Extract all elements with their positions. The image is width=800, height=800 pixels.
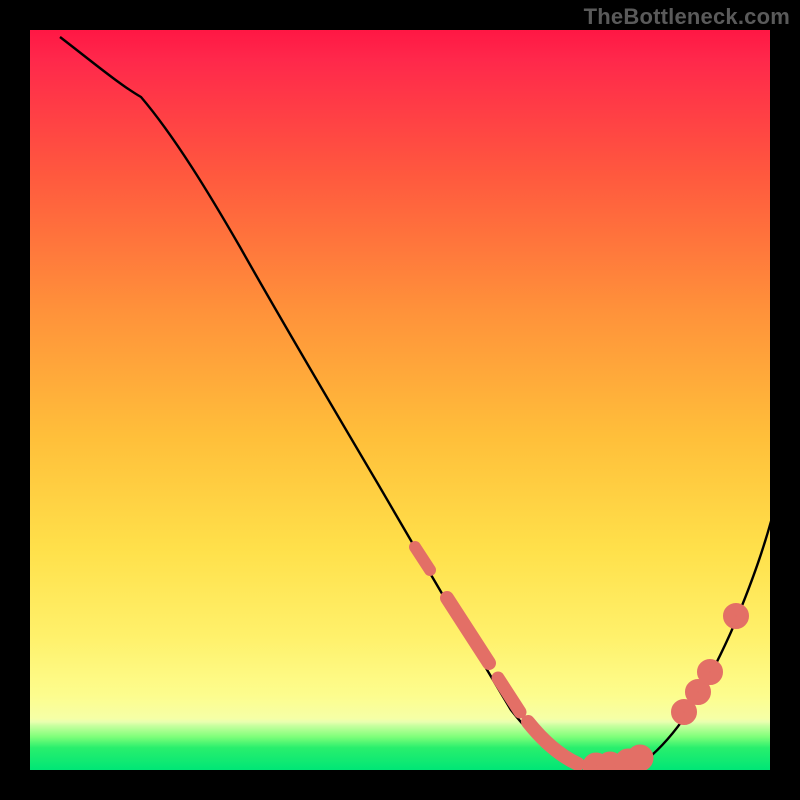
chart-right-border <box>770 0 800 800</box>
chart-canvas <box>0 0 800 800</box>
marker-dot-6 <box>692 686 704 698</box>
chart-plot-bg <box>30 30 770 770</box>
marker-dot-4 <box>634 752 647 765</box>
marker-dot-5 <box>678 706 690 718</box>
marker-dot-7 <box>704 666 716 678</box>
marker-dot-2 <box>604 759 617 772</box>
chart-left-border <box>0 0 30 800</box>
watermark-text: TheBottleneck.com <box>584 4 790 30</box>
marker-dot-8 <box>730 610 742 622</box>
chart-frame: TheBottleneck.com <box>0 0 800 800</box>
chart-bottom-border <box>0 770 800 800</box>
